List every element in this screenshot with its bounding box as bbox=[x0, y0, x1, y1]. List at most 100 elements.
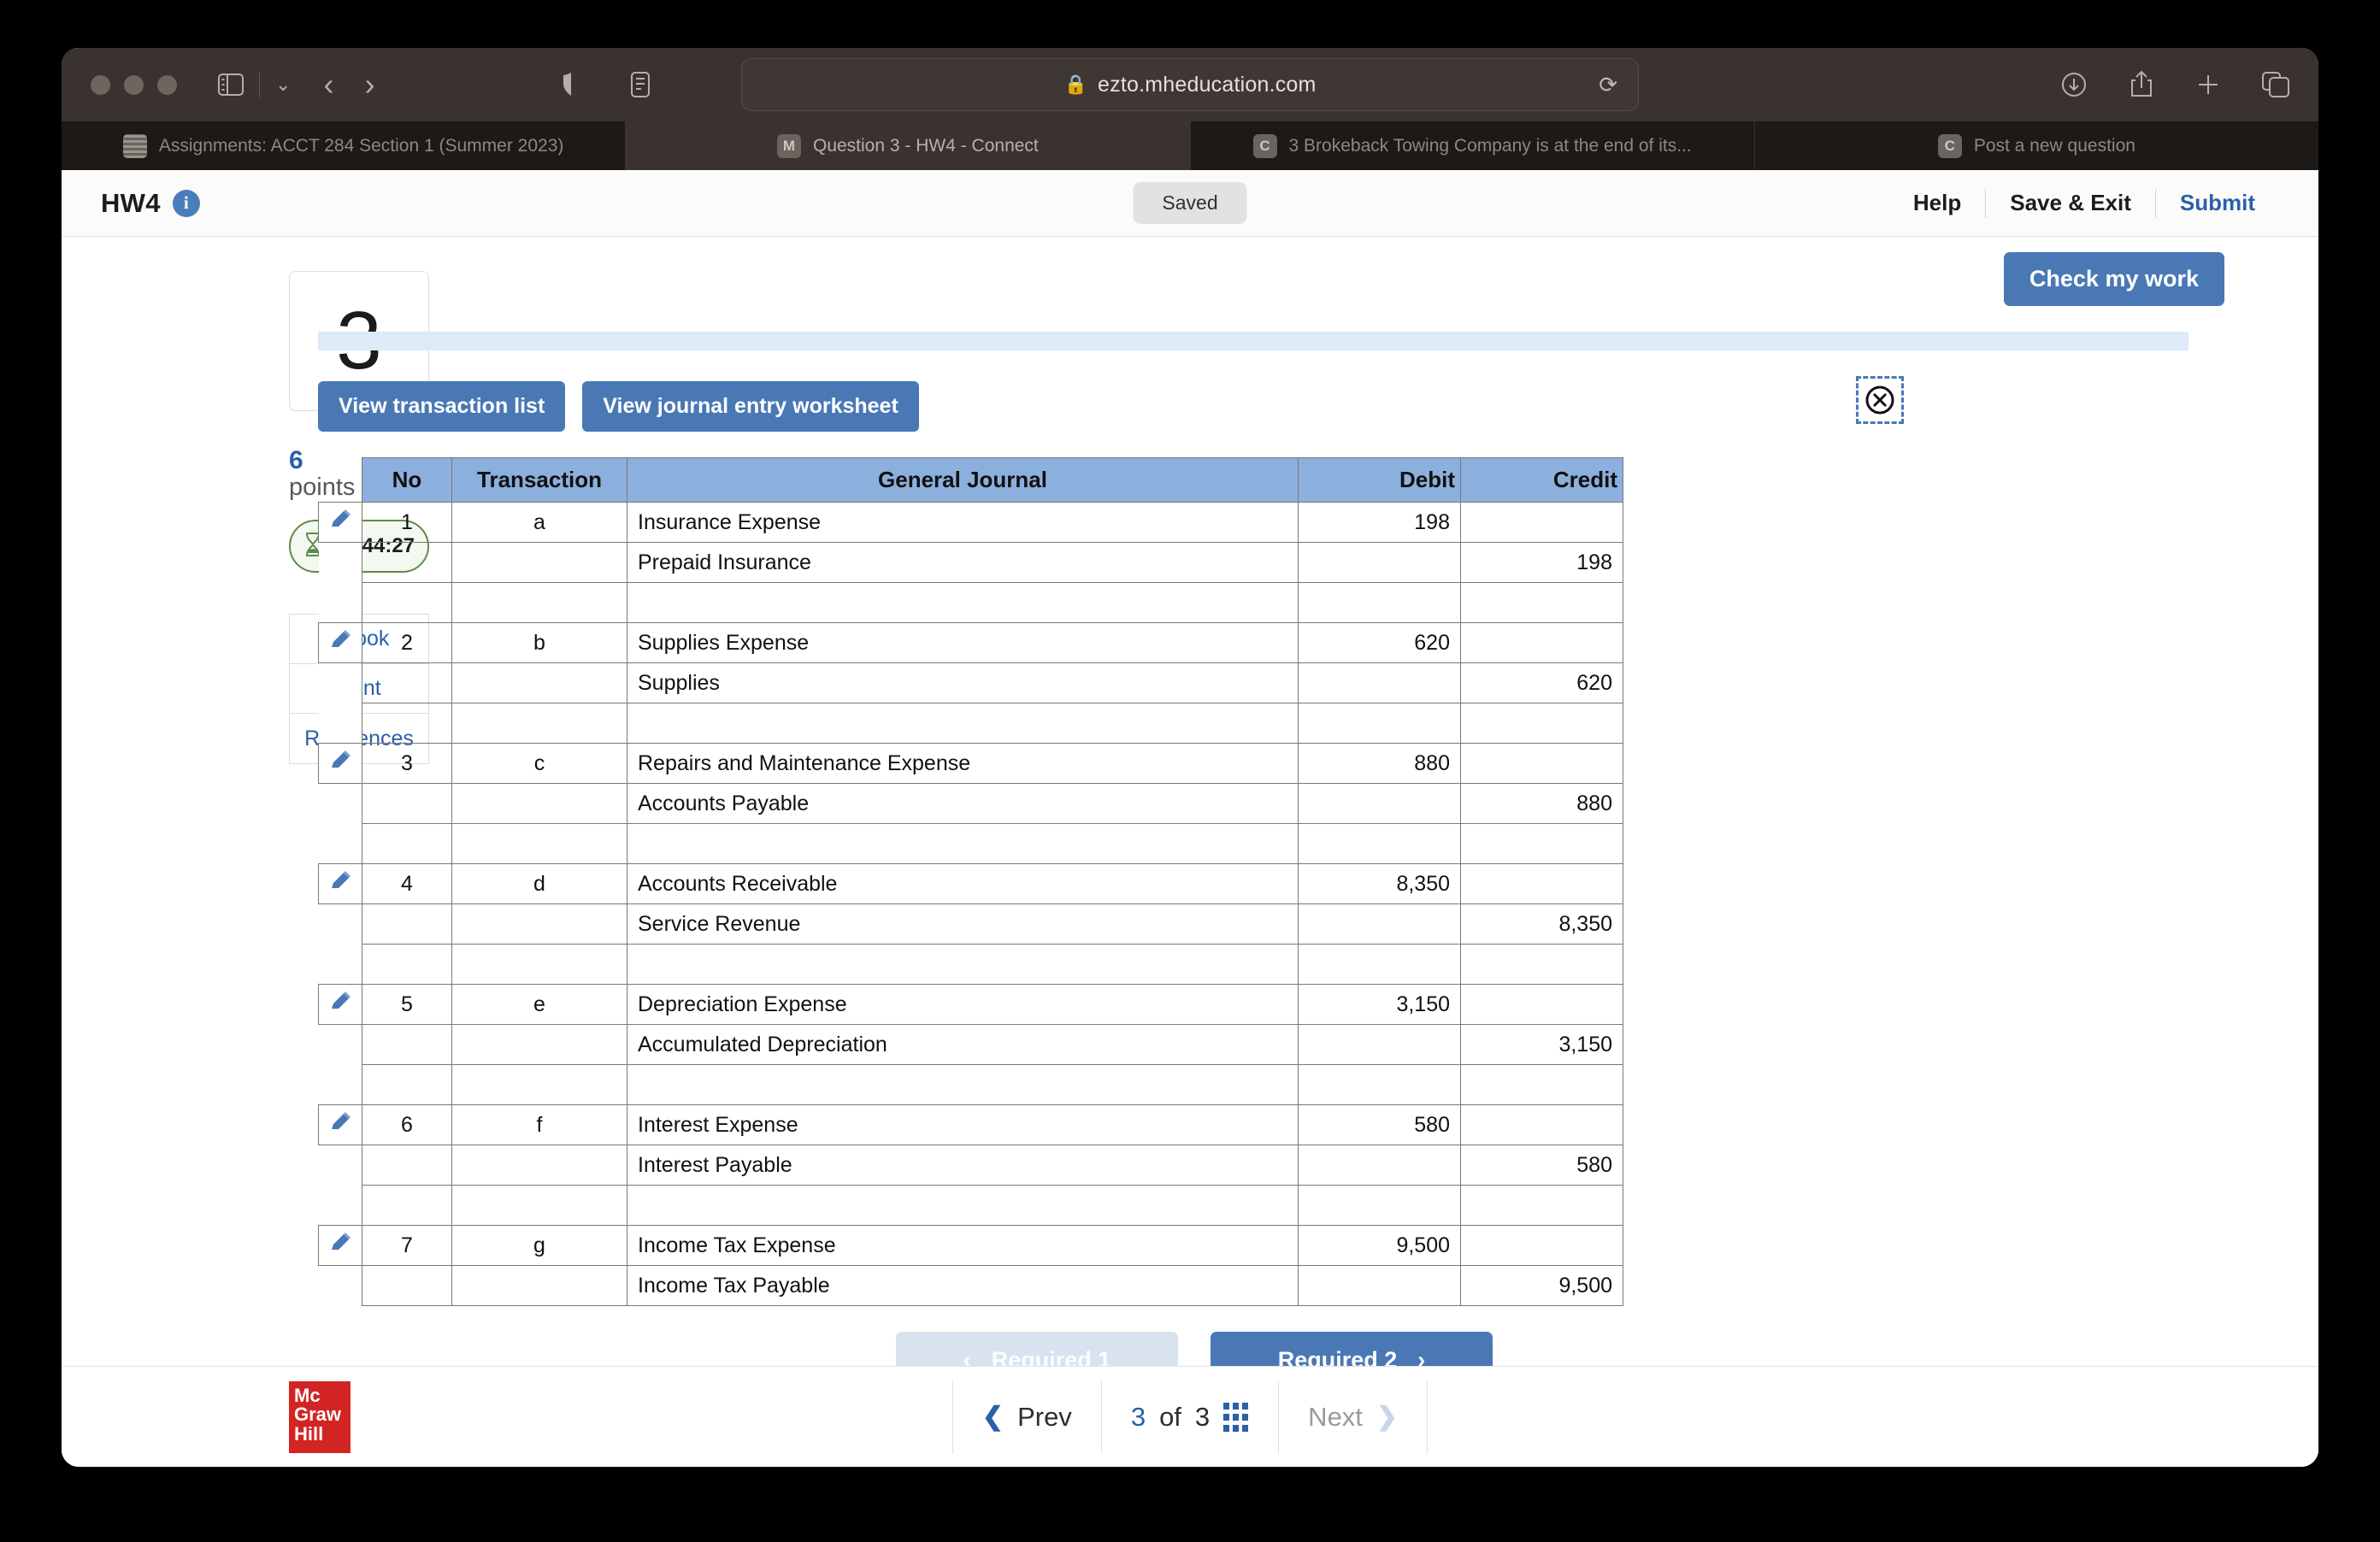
cell-debit bbox=[1298, 783, 1461, 824]
window-controls[interactable] bbox=[91, 74, 177, 95]
cell-account: Repairs and Maintenance Expense bbox=[627, 743, 1299, 784]
pencil-icon[interactable] bbox=[318, 743, 362, 784]
table-row[interactable]: 1 a Insurance Expense 198 bbox=[318, 502, 1623, 543]
journal-entry-table: No Transaction General Journal Debit Cre… bbox=[318, 457, 1623, 1306]
check-my-work-button[interactable]: Check my work bbox=[2003, 252, 2224, 306]
prev-page-button[interactable]: ❮ Prev bbox=[951, 1380, 1102, 1454]
pencil-icon[interactable] bbox=[318, 863, 362, 904]
cell-no bbox=[362, 903, 452, 945]
table-row[interactable]: Accounts Payable 880 bbox=[318, 783, 1623, 824]
table-row[interactable]: 6 f Interest Expense 580 bbox=[318, 1104, 1623, 1145]
cell-no bbox=[362, 662, 452, 703]
reload-icon[interactable]: ⟳ bbox=[1599, 72, 1617, 98]
page-content: HW4 i Saved Help Save & Exit Submit 3 6 … bbox=[62, 170, 2318, 1467]
cell-credit: 3,150 bbox=[1460, 1024, 1623, 1065]
pagination: ❮ Prev 3 of 3 Next ❯ bbox=[951, 1380, 1429, 1454]
privacy-shield-icon[interactable] bbox=[562, 72, 580, 97]
table-row[interactable]: Income Tax Payable 9,500 bbox=[318, 1265, 1623, 1306]
table-header-row: No Transaction General Journal Debit Cre… bbox=[319, 457, 1623, 503]
col-debit: Debit bbox=[1298, 457, 1461, 503]
view-journal-entry-worksheet-button[interactable]: View journal entry worksheet bbox=[582, 381, 919, 432]
tab-overview-icon[interactable] bbox=[2262, 72, 2289, 97]
chegg-favicon-icon: C bbox=[1937, 133, 1962, 158]
pencil-icon[interactable] bbox=[318, 622, 362, 663]
cell-credit: 880 bbox=[1460, 783, 1623, 824]
cell-transaction bbox=[451, 1024, 627, 1065]
next-page-button[interactable]: Next ❯ bbox=[1279, 1380, 1429, 1454]
table-spacer-row bbox=[318, 944, 1623, 985]
grid-favicon-icon bbox=[122, 133, 147, 158]
pencil-icon[interactable] bbox=[318, 1225, 362, 1266]
browser-tab-label: Assignments: ACCT 284 Section 1 (Summer … bbox=[158, 135, 564, 156]
cell-account: Depreciation Expense bbox=[627, 984, 1299, 1025]
downloads-icon[interactable] bbox=[2060, 71, 2088, 98]
close-window-button[interactable] bbox=[91, 74, 110, 95]
table-row[interactable]: 5 e Depreciation Expense 3,150 bbox=[318, 984, 1623, 1025]
sidebar-toggle-icon[interactable] bbox=[218, 74, 244, 96]
table-row[interactable]: Service Revenue 8,350 bbox=[318, 903, 1623, 945]
table-spacer-row bbox=[318, 1185, 1623, 1226]
toolbar-divider bbox=[259, 71, 260, 98]
table-row[interactable]: 3 c Repairs and Maintenance Expense 880 bbox=[318, 743, 1623, 784]
reader-view-icon[interactable] bbox=[630, 72, 651, 97]
browser-tab-post-question[interactable]: C Post a new question bbox=[1755, 121, 2318, 170]
cell-account: Interest Expense bbox=[627, 1104, 1299, 1145]
logo-line-2: Graw bbox=[294, 1404, 342, 1426]
mcgrawhill-favicon-icon: M bbox=[776, 133, 801, 158]
table-row[interactable]: 2 b Supplies Expense 620 bbox=[318, 622, 1623, 663]
table-row[interactable]: Supplies 620 bbox=[318, 662, 1623, 703]
cell-no bbox=[362, 1145, 452, 1186]
table-row[interactable]: Prepaid Insurance 198 bbox=[318, 542, 1623, 583]
cell-credit bbox=[1460, 622, 1623, 663]
col-no: No bbox=[362, 457, 452, 503]
forward-arrow-icon[interactable]: › bbox=[364, 69, 374, 100]
pencil-icon[interactable] bbox=[318, 1104, 362, 1145]
plus-icon[interactable] bbox=[2195, 72, 2221, 97]
cell-account: Income Tax Payable bbox=[627, 1265, 1299, 1306]
cell-debit: 880 bbox=[1298, 743, 1461, 784]
address-bar[interactable]: 🔒 ezto.mheducation.com ⟳ bbox=[741, 58, 1639, 111]
table-row[interactable]: Interest Payable 580 bbox=[318, 1145, 1623, 1186]
logo-line-3: Hill bbox=[294, 1422, 324, 1445]
view-transaction-list-button[interactable]: View transaction list bbox=[318, 381, 566, 432]
cell-debit bbox=[1298, 903, 1461, 945]
cell-credit bbox=[1460, 1225, 1623, 1266]
cell-no: 4 bbox=[362, 863, 452, 904]
close-circle-icon[interactable] bbox=[1856, 376, 1904, 424]
browser-tab-brokeback[interactable]: C 3 Brokeback Towing Company is at the e… bbox=[1191, 121, 1755, 170]
cell-debit: 3,150 bbox=[1298, 984, 1461, 1025]
table-row[interactable]: 7 g Income Tax Expense 9,500 bbox=[318, 1225, 1623, 1266]
page-current: 3 bbox=[1130, 1401, 1146, 1432]
submit-button[interactable]: Submit bbox=[2156, 190, 2279, 216]
cell-account: Prepaid Insurance bbox=[627, 542, 1299, 583]
tab-strip: Assignments: ACCT 284 Section 1 (Summer … bbox=[62, 121, 2318, 170]
browser-tab-assignments[interactable]: Assignments: ACCT 284 Section 1 (Summer … bbox=[62, 121, 627, 170]
pencil-icon[interactable] bbox=[318, 984, 362, 1025]
page-indicator[interactable]: 3 of 3 bbox=[1102, 1380, 1280, 1454]
points-label: points bbox=[289, 473, 356, 501]
cell-debit bbox=[1298, 1145, 1461, 1186]
col-credit: Credit bbox=[1460, 457, 1623, 503]
chevron-down-icon[interactable]: ⌄ bbox=[275, 75, 291, 94]
col-general-journal: General Journal bbox=[627, 457, 1299, 503]
cell-credit: 580 bbox=[1460, 1145, 1623, 1186]
table-spacer-row bbox=[318, 1064, 1623, 1105]
cell-no: 5 bbox=[362, 984, 452, 1025]
table-row[interactable]: 4 d Accounts Receivable 8,350 bbox=[318, 863, 1623, 904]
browser-window: ⌄ ‹ › 🔒 ezto.mheducation.com ⟳ Assignmen… bbox=[62, 48, 2318, 1467]
info-icon[interactable]: i bbox=[172, 189, 200, 217]
save-and-exit-button[interactable]: Save & Exit bbox=[1986, 190, 2155, 216]
cell-account: Income Tax Expense bbox=[627, 1225, 1299, 1266]
table-row[interactable]: Accumulated Depreciation 3,150 bbox=[318, 1024, 1623, 1065]
share-icon[interactable] bbox=[2129, 70, 2154, 99]
grid-view-icon[interactable] bbox=[1223, 1402, 1250, 1432]
cell-debit: 9,500 bbox=[1298, 1225, 1461, 1266]
maximize-window-button[interactable] bbox=[157, 74, 177, 95]
back-arrow-icon[interactable]: ‹ bbox=[323, 69, 333, 100]
browser-tab-label: 3 Brokeback Towing Company is at the end… bbox=[1288, 135, 1692, 156]
help-button[interactable]: Help bbox=[1889, 190, 1985, 216]
minimize-window-button[interactable] bbox=[124, 74, 144, 95]
pencil-icon[interactable] bbox=[318, 502, 362, 543]
cell-transaction: d bbox=[451, 863, 627, 904]
browser-tab-question3[interactable]: M Question 3 - HW4 - Connect bbox=[626, 121, 1191, 170]
